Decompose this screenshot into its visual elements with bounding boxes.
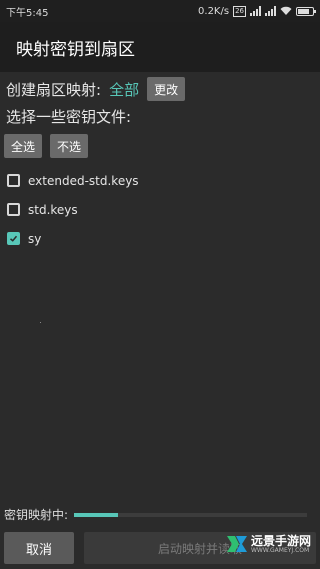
checkbox[interactable] — [7, 174, 20, 187]
change-button[interactable]: 更改 — [147, 77, 186, 101]
status-icons: 0.2K/s 26 — [198, 5, 316, 17]
mapping-progress-row: 密钥映射中: — [4, 506, 308, 523]
progress-fill — [74, 512, 119, 517]
create-sector-map-value: 全部 — [109, 80, 140, 99]
battery-icon — [296, 6, 316, 16]
stray-dot — [40, 322, 41, 323]
checkbox[interactable] — [7, 203, 20, 216]
select-all-button[interactable]: 全选 — [4, 134, 42, 158]
watermark-text: 远景手游网 WWW.GAMEYJ.COM — [251, 535, 311, 554]
status-bar: 下午5:45 0.2K/s 26 — [0, 0, 320, 22]
notification-badge: 26 — [233, 5, 246, 17]
key-file-item[interactable]: sy — [7, 224, 139, 253]
cancel-button[interactable]: 取消 — [4, 532, 74, 564]
create-sector-map-row: 创建扇区映射: 全部 更改 — [6, 76, 186, 102]
watermark-logo-icon — [227, 536, 247, 552]
signal-2-icon — [265, 6, 276, 16]
watermark-site: WWW.GAMEYJ.COM — [251, 546, 310, 554]
wifi-icon — [280, 6, 292, 15]
select-keys-label: 选择一些密钥文件: — [6, 108, 132, 126]
page-title: 映射密钥到扇区 — [16, 39, 135, 60]
progress-label: 密钥映射中: — [4, 508, 69, 522]
key-file-item[interactable]: extended-std.keys — [7, 166, 139, 195]
watermark: 远景手游网 WWW.GAMEYJ.COM — [226, 534, 311, 554]
checkbox-checked[interactable] — [7, 232, 20, 245]
selection-buttons: 全选 不选 — [4, 134, 88, 158]
check-icon — [10, 235, 18, 242]
key-file-name: sy — [28, 231, 42, 246]
signal-icon — [250, 6, 261, 16]
create-sector-map-label: 创建扇区映射: — [6, 80, 102, 99]
progress-bar — [74, 512, 308, 517]
key-file-item[interactable]: std.keys — [7, 195, 139, 224]
select-none-button[interactable]: 不选 — [50, 134, 88, 158]
net-speed: 0.2K/s — [198, 5, 230, 17]
key-file-name: extended-std.keys — [28, 173, 139, 188]
status-time: 下午5:45 — [6, 7, 49, 19]
key-file-name: std.keys — [28, 202, 78, 217]
watermark-name: 远景手游网 — [251, 533, 312, 548]
app-title-bar: 映射密钥到扇区 — [0, 22, 320, 72]
key-file-list: extended-std.keys std.keys sy — [7, 166, 139, 253]
